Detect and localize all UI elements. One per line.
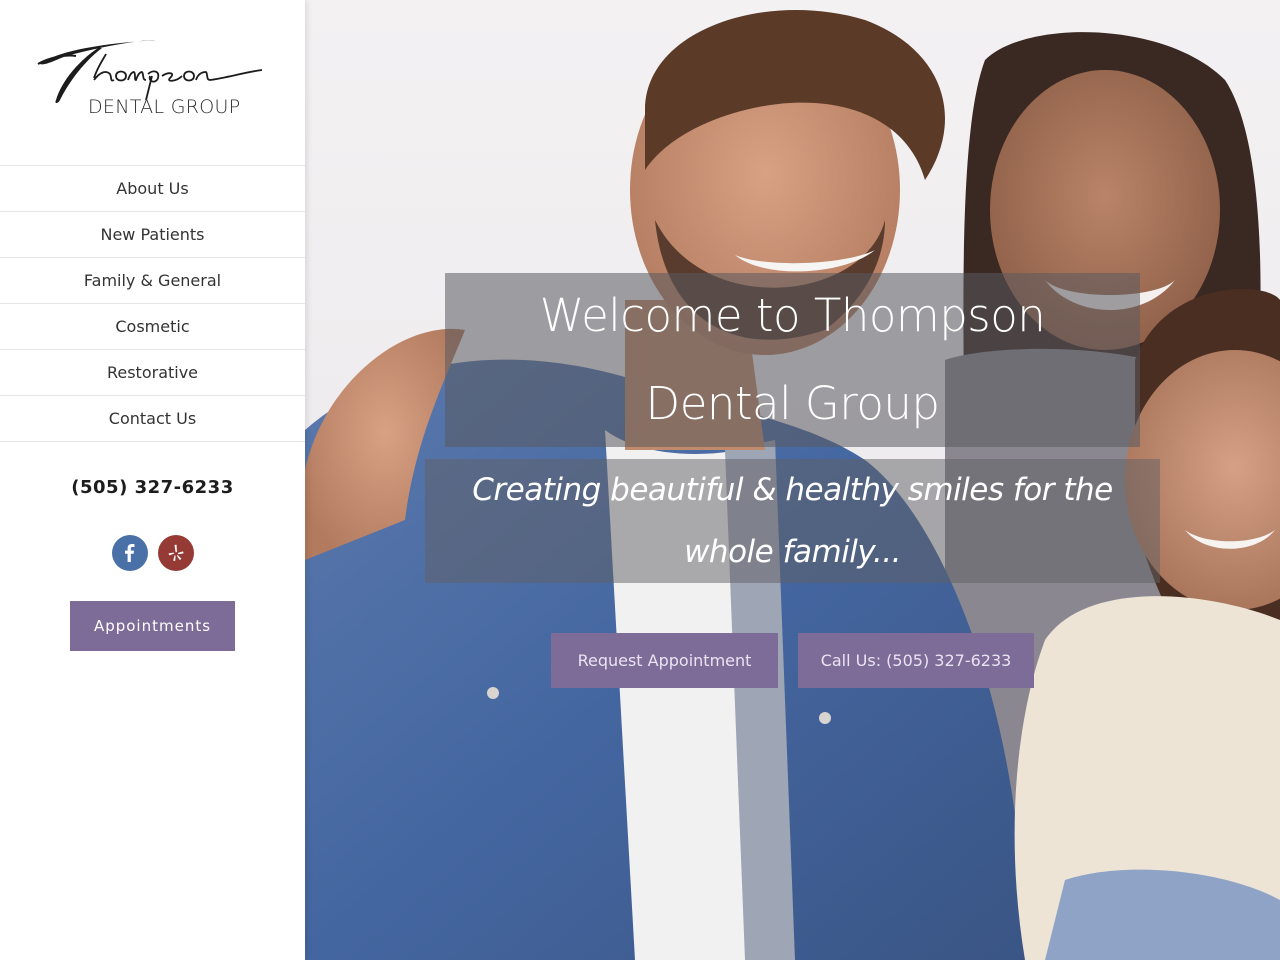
request-appointment-button[interactable]: Request Appointment <box>551 633 778 688</box>
facebook-link[interactable] <box>112 535 148 571</box>
yelp-icon <box>168 544 184 561</box>
sidebar: DENTAL GROUP About Us New Patients Famil… <box>0 0 305 960</box>
logo-subtitle: DENTAL GROUP <box>88 96 241 118</box>
nav-item-restorative[interactable]: Restorative <box>0 350 305 396</box>
hero-title-box: Welcome to Thompson Dental Group <box>445 273 1140 447</box>
nav-item-new-patients[interactable]: New Patients <box>0 212 305 258</box>
nav-item-contact-us[interactable]: Contact Us <box>0 396 305 442</box>
nav-item-family-general[interactable]: Family & General <box>0 258 305 304</box>
sidebar-phone[interactable]: (505) 327-6233 <box>0 477 305 498</box>
main-nav: About Us New Patients Family & General C… <box>0 165 305 442</box>
call-us-button[interactable]: Call Us: (505) 327-6233 <box>798 633 1034 688</box>
nav-item-cosmetic[interactable]: Cosmetic <box>0 304 305 350</box>
social-links <box>112 535 194 571</box>
hero-tagline-box: Creating beautiful & healthy smiles for … <box>425 459 1160 583</box>
nav-item-about-us[interactable]: About Us <box>0 166 305 212</box>
logo[interactable]: DENTAL GROUP <box>36 30 266 130</box>
yelp-link[interactable] <box>158 535 194 571</box>
hero-tagline: Creating beautiful & healthy smiles for … <box>472 472 1113 570</box>
appointments-button[interactable]: Appointments <box>70 601 235 651</box>
facebook-icon <box>125 544 135 562</box>
hero-title: Welcome to Thompson Dental Group <box>539 289 1046 430</box>
